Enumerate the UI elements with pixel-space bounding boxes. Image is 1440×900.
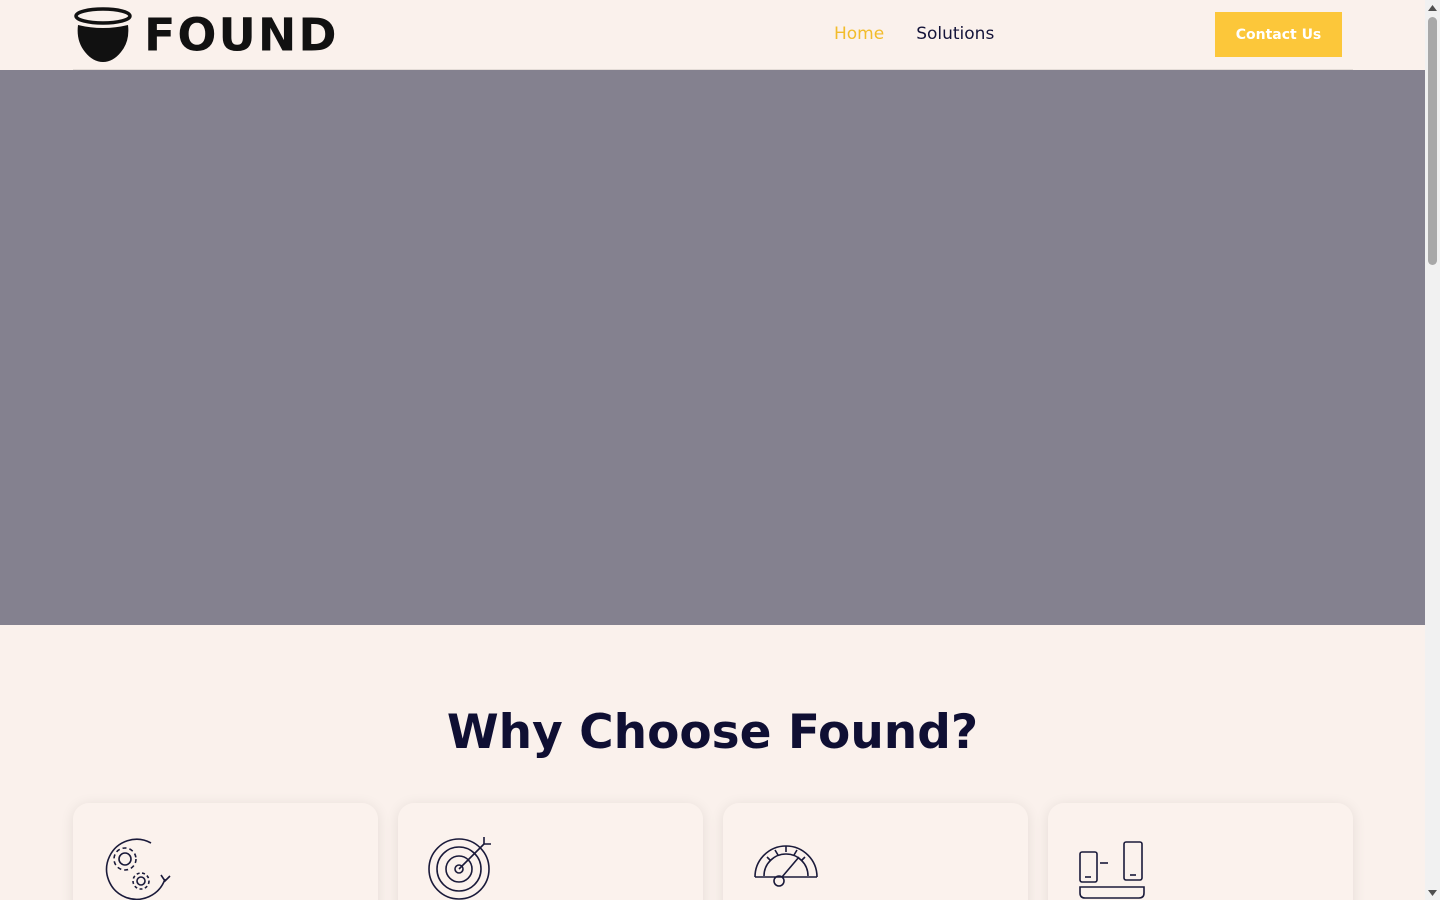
why-section-title: Why Choose Found? <box>446 705 979 760</box>
site-header: FOUND Home Solutions Contact Us <box>0 0 1425 70</box>
feature-card-4 <box>1048 803 1353 900</box>
target-icon <box>428 837 491 900</box>
gears-cycle-icon <box>105 838 171 900</box>
main-nav: Home Solutions <box>834 22 994 46</box>
speedometer-icon <box>754 845 818 887</box>
scrollbar-thumb[interactable] <box>1428 17 1437 265</box>
logo-link[interactable]: FOUND <box>74 7 339 63</box>
brand-name: FOUND <box>144 8 339 62</box>
contact-us-button[interactable]: Contact Us <box>1215 12 1342 57</box>
feature-card-2 <box>398 803 703 900</box>
nav-solutions[interactable]: Solutions <box>916 22 994 46</box>
scroll-down-icon[interactable] <box>1425 885 1440 900</box>
scroll-up-icon[interactable] <box>1425 0 1440 15</box>
page: FOUND Home Solutions Contact Us Why Choo… <box>0 0 1425 900</box>
feature-card-1 <box>73 803 378 900</box>
devices-icon <box>1079 841 1145 899</box>
pot-logo-icon <box>74 7 132 62</box>
page-scrollbar[interactable] <box>1425 0 1440 900</box>
nav-home[interactable]: Home <box>834 22 884 46</box>
hero-banner <box>0 70 1425 625</box>
feature-card-3 <box>723 803 1028 900</box>
